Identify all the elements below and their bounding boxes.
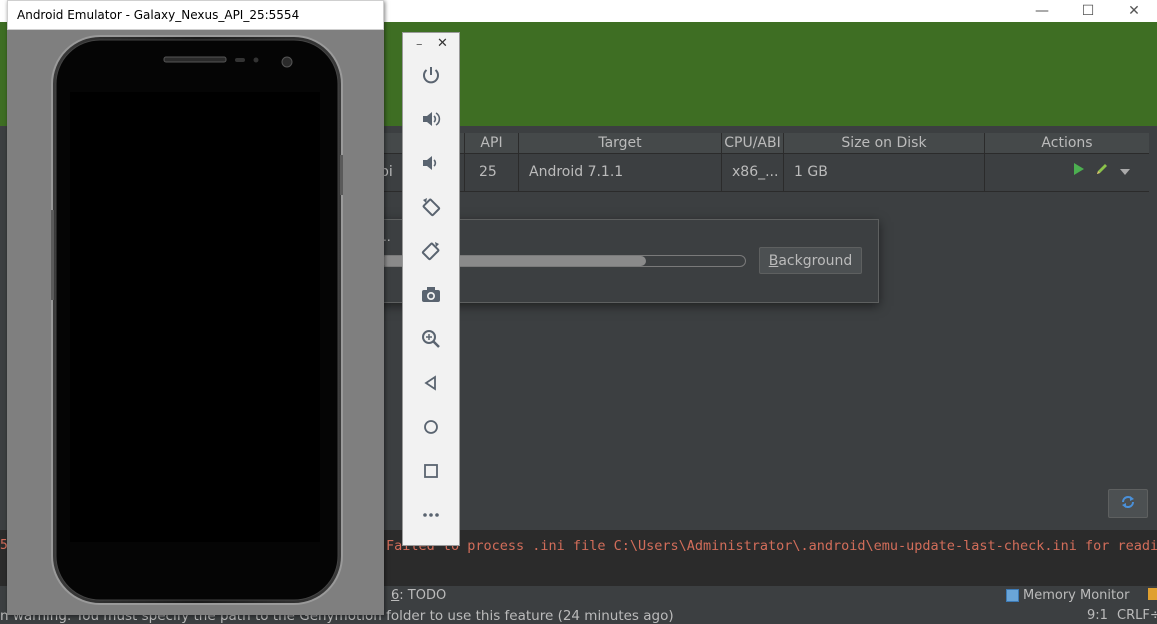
home-icon <box>420 416 442 442</box>
more-icon <box>420 504 442 530</box>
edit-pencil-icon[interactable] <box>1095 154 1109 191</box>
cell-actions <box>985 154 1149 191</box>
home-button[interactable] <box>417 415 445 443</box>
rotate-left-button[interactable] <box>417 195 445 223</box>
zoom-icon <box>420 328 442 354</box>
minimize-window-button[interactable]: — <box>1019 0 1065 22</box>
overview-icon <box>420 460 442 486</box>
event-log-icon[interactable] <box>1148 588 1157 600</box>
emulator-title: Android Emulator - Galaxy_Nexus_API_25:5… <box>17 8 300 22</box>
camera-icon <box>420 284 442 310</box>
rotate-left-icon <box>420 196 442 222</box>
table-header: on API Target CPU/ABI Size on Disk Actio… <box>372 133 1149 154</box>
column-header-size[interactable]: Size on Disk <box>784 133 985 153</box>
overview-button[interactable] <box>417 459 445 487</box>
line-ending[interactable]: CRLF÷ <box>1117 608 1157 623</box>
zoom-button[interactable] <box>417 327 445 355</box>
screenshot-button[interactable] <box>417 283 445 311</box>
column-header-target[interactable]: Target <box>519 133 722 153</box>
toolbar-minimize-button[interactable]: – <box>416 37 423 52</box>
volume-down-icon <box>420 152 442 178</box>
device-screen <box>70 92 320 542</box>
power-icon <box>420 64 442 90</box>
maximize-window-button[interactable]: ☐ <box>1065 0 1111 22</box>
power-button[interactable] <box>417 63 445 91</box>
background-button-accel: B <box>768 252 779 269</box>
cell-cpu: x86_... <box>722 154 784 191</box>
cell-target: Android 7.1.1 <box>519 154 722 191</box>
memory-monitor-tab[interactable]: Memory Monitor <box>1006 588 1129 603</box>
rotate-right-button[interactable] <box>417 239 445 267</box>
todo-tab[interactable]: 6: TODO <box>391 588 446 603</box>
emulator-window: Android Emulator - Galaxy_Nexus_API_25:5… <box>7 0 384 615</box>
event-log-error-line: Failed to process .ini file C:\Users\Adm… <box>386 538 1157 554</box>
cell-api: 25 <box>465 154 519 191</box>
window-controls: — ☐ ✕ <box>1019 0 1157 22</box>
chevron-down-icon[interactable] <box>1119 154 1131 191</box>
table-row[interactable]: pi 25 Android 7.1.1 x86_... 1 GB <box>372 154 1149 192</box>
background-button-label: ackground <box>778 252 853 269</box>
column-header-actions[interactable]: Actions <box>985 133 1149 153</box>
device-frame <box>51 35 343 605</box>
cell-size: 1 GB <box>784 154 985 191</box>
more-button[interactable] <box>417 503 445 531</box>
rotate-right-icon <box>420 240 442 266</box>
volume-up-button[interactable] <box>417 107 445 135</box>
volume-down-button[interactable] <box>417 151 445 179</box>
todo-tab-label: : TODO <box>399 588 447 603</box>
back-button[interactable] <box>417 371 445 399</box>
memory-monitor-label: Memory Monitor <box>1023 588 1130 603</box>
column-header-api[interactable]: API <box>465 133 519 153</box>
volume-up-icon <box>420 108 442 134</box>
monitor-icon <box>1006 589 1019 602</box>
toolbar-close-button[interactable]: ✕ <box>437 36 448 51</box>
emulator-titlebar[interactable]: Android Emulator - Galaxy_Nexus_API_25:5… <box>7 0 384 30</box>
refresh-icon <box>1120 494 1136 514</box>
background-button[interactable]: Background <box>759 247 862 274</box>
close-window-button[interactable]: ✕ <box>1111 0 1157 22</box>
progress-message: .. <box>383 230 391 244</box>
emulator-toolbar: – ✕ <box>402 32 460 546</box>
refresh-button[interactable] <box>1108 489 1148 518</box>
back-icon <box>420 372 442 398</box>
column-header-cpu[interactable]: CPU/ABI <box>722 133 784 153</box>
caret-position[interactable]: 9:1 <box>1087 608 1108 623</box>
run-icon[interactable] <box>1073 154 1085 191</box>
avd-table: on API Target CPU/ABI Size on Disk Actio… <box>372 133 1149 192</box>
